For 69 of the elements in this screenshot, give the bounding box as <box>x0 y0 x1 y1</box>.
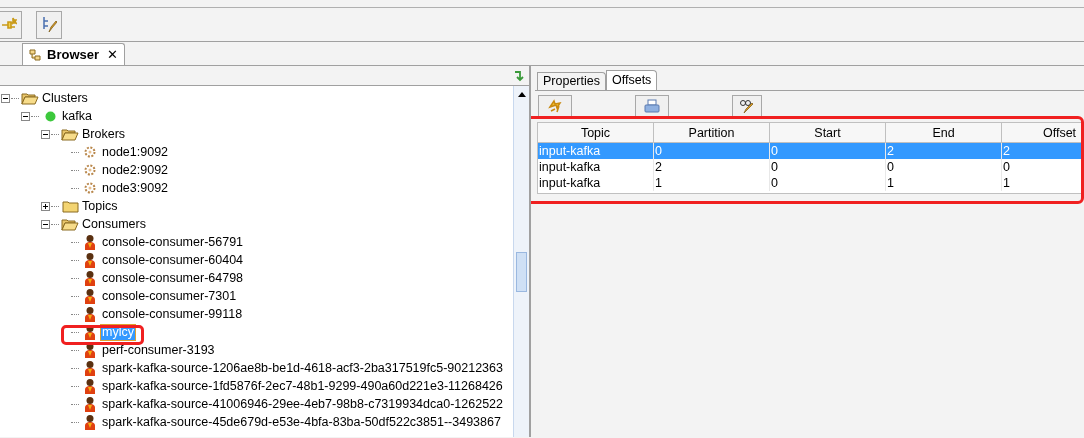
collapse-icon[interactable] <box>41 219 50 229</box>
person-icon <box>84 270 96 286</box>
glasses-pencil-icon <box>739 97 755 114</box>
tab[interactable]: Offsets <box>606 70 658 90</box>
refresh-button[interactable] <box>538 94 572 117</box>
refresh-arrows-icon <box>547 97 563 114</box>
tree-item[interactable]: kafka <box>61 108 93 124</box>
tree-item[interactable]: Topics <box>81 198 119 214</box>
browser-tab[interactable]: Browser ✕ <box>22 43 126 65</box>
person-icon <box>84 288 96 304</box>
gear-icon <box>84 182 96 194</box>
expand-icon[interactable] <box>41 201 50 211</box>
tree-item[interactable]: perf-consumer-3193 <box>101 342 216 358</box>
person-icon <box>84 396 96 412</box>
tree-pencil-icon <box>41 15 57 34</box>
folder-icon <box>61 199 79 213</box>
tree-item[interactable]: Brokers <box>81 126 127 142</box>
column-header[interactable]: Offset <box>1002 123 1084 142</box>
person-icon <box>84 414 96 430</box>
person-icon <box>84 342 96 358</box>
collapse-icon[interactable] <box>21 111 30 121</box>
scroll-up-icon[interactable] <box>517 91 526 97</box>
person-icon <box>84 360 96 376</box>
collapse-icon[interactable] <box>41 129 50 139</box>
tree-item[interactable]: spark-kafka-source-1fd5876f-2ec7-48b1-9299-490a60d221e3-11268426 <box>101 378 504 394</box>
scrollbar-thumb[interactable] <box>516 252 527 292</box>
gear-icon <box>84 164 96 176</box>
open-folder-icon <box>21 91 39 105</box>
person-icon <box>84 306 96 322</box>
column-header[interactable]: Topic <box>538 123 654 142</box>
open-folder-icon <box>61 127 79 141</box>
column-header[interactable]: Partition <box>654 123 770 142</box>
edit-button[interactable] <box>732 94 762 117</box>
browser-tab-label: Browser <box>47 45 100 64</box>
table-cell: input-kafka <box>538 175 654 191</box>
tree-item[interactable]: spark-kafka-source-41006946-29ee-4eb7-98b8-c7319934dca0-1262522 <box>101 396 504 412</box>
tree-item[interactable]: console-consumer-60404 <box>101 252 245 268</box>
person-icon <box>84 234 96 250</box>
close-icon[interactable]: ✕ <box>107 44 119 65</box>
tree-edit-button[interactable] <box>36 10 62 39</box>
tree-item[interactable]: Consumers <box>81 216 147 232</box>
person-icon <box>84 378 96 394</box>
tree-item[interactable]: console-consumer-7301 <box>101 288 238 304</box>
table-cell: 1 <box>654 175 770 191</box>
tree-item[interactable]: console-consumer-99118 <box>101 306 244 322</box>
collapse-icon[interactable] <box>1 93 10 103</box>
tab[interactable]: Properties <box>537 72 606 90</box>
tree-item[interactable]: node2:9092 <box>101 162 170 178</box>
tree-item[interactable]: spark-kafka-source-1206ae8b-be1d-4618-acf3-2ba317519fc5-90212363 <box>101 360 504 376</box>
table-cell: 0 <box>770 175 886 191</box>
tree-item[interactable]: Clusters <box>41 90 89 106</box>
tree-item[interactable]: node3:9092 <box>101 180 170 196</box>
table-cell: 1 <box>1002 175 1084 191</box>
person-icon <box>84 252 96 268</box>
column-header[interactable]: Start <box>770 123 886 142</box>
printer-icon <box>644 98 660 113</box>
print-button[interactable] <box>635 94 669 117</box>
tree-item[interactable]: console-consumer-56791 <box>101 234 245 250</box>
gear-icon <box>84 146 96 158</box>
status-dot-icon <box>44 110 56 122</box>
vertical-scrollbar[interactable] <box>513 86 529 437</box>
down-arrow-icon[interactable] <box>513 69 525 82</box>
tree-item[interactable]: node1:9092 <box>101 144 170 160</box>
table-cell: 1 <box>886 175 1002 191</box>
tree-item[interactable]: console-consumer-64798 <box>101 270 245 286</box>
column-header[interactable]: End <box>886 123 1002 142</box>
open-folder-icon <box>61 217 79 231</box>
tree-item[interactable]: spark-kafka-source-45de679d-e53e-4bfa-83ba-50df522c3851--3493867 <box>101 414 502 430</box>
tree-icon <box>29 48 43 61</box>
